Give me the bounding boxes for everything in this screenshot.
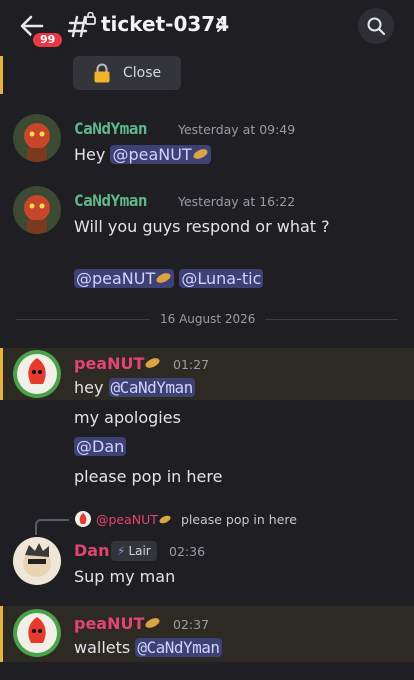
message-text: please pop in here — [74, 467, 223, 486]
avatar[interactable] — [13, 609, 61, 657]
hash-lock-icon — [67, 12, 96, 38]
peanut-emoji-icon — [145, 358, 160, 368]
timestamp: Yesterday at 09:49 — [178, 122, 296, 137]
message-text: Sup my man — [74, 567, 176, 586]
user-mention[interactable]: @peaNUT — [110, 145, 211, 164]
timestamp: Yesterday at 16:22 — [178, 194, 296, 209]
user-mention[interactable]: @Luna-tic — [179, 269, 264, 288]
close-ticket-button[interactable]: Close — [73, 56, 181, 90]
author-name[interactable]: CaNdYman — [74, 119, 148, 138]
lightning-icon: ⚡ — [117, 544, 126, 558]
date-divider-label: 16 August 2026 — [150, 312, 266, 326]
search-button[interactable] — [358, 8, 394, 44]
author-name[interactable]: CaNdYman — [74, 191, 148, 210]
message-text: my apologies — [74, 408, 181, 427]
message-mentions: @peaNUT @Luna-tic — [74, 269, 264, 288]
mention-highlight — [0, 348, 414, 400]
author-name[interactable]: peaNUT — [74, 614, 161, 633]
lock-icon — [94, 63, 110, 83]
avatar[interactable] — [13, 114, 61, 162]
avatar[interactable] — [13, 186, 61, 234]
message-text: wallets @CaNdYman — [74, 638, 222, 657]
timestamp: 02:36 — [169, 544, 206, 559]
mention-highlight — [0, 56, 414, 94]
user-mention[interactable]: @peaNUT — [74, 269, 175, 288]
reply-author-text: @peaNUT — [96, 512, 158, 527]
channel-header: 99 ticket-0374 — [0, 0, 414, 52]
timestamp: 01:27 — [173, 357, 210, 372]
close-label: Close — [123, 65, 162, 81]
role-tag[interactable]: ⚡ Lair — [111, 541, 157, 561]
mention-label: @peaNUT — [112, 145, 192, 164]
message-text-part: Hey — [74, 145, 111, 164]
message-text-part: wallets — [74, 638, 136, 657]
user-mention[interactable]: @CaNdYman — [108, 378, 195, 397]
message-text-part: hey — [74, 378, 109, 397]
reply-author[interactable]: @peaNUT — [96, 512, 172, 527]
mention-label: @peaNUT — [76, 269, 156, 288]
search-icon — [367, 17, 386, 36]
unread-badge: 99 — [30, 30, 66, 50]
peanut-emoji-icon — [145, 618, 160, 628]
reply-avatar — [75, 511, 91, 527]
role-tag-label: Lair — [128, 544, 151, 558]
channel-title[interactable]: ticket-0374 — [101, 12, 229, 36]
message-text: hey @CaNdYman — [74, 378, 195, 397]
message-text: Will you guys respond or what ? — [74, 217, 330, 236]
avatar[interactable] — [13, 537, 61, 585]
avatar[interactable] — [13, 350, 61, 398]
peanut-emoji-icon — [159, 515, 171, 524]
user-mention[interactable]: @CaNdYman — [135, 638, 222, 657]
reply-preview[interactable]: please pop in here — [181, 512, 297, 527]
author-name-text: peaNUT — [74, 354, 145, 373]
timestamp: 02:37 — [173, 617, 210, 632]
user-mention[interactable]: @Dan — [74, 437, 127, 456]
author-name-text: peaNUT — [74, 614, 145, 633]
message-text: Hey @peaNUT — [74, 145, 211, 164]
reply-connector — [35, 519, 69, 535]
author-name[interactable]: Dan — [74, 541, 109, 560]
author-name[interactable]: peaNUT — [74, 354, 161, 373]
peanut-emoji-icon — [193, 149, 208, 159]
peanut-emoji-icon — [156, 273, 171, 283]
message-text: @Dan — [74, 437, 127, 456]
chevron-right-icon[interactable] — [215, 16, 227, 34]
